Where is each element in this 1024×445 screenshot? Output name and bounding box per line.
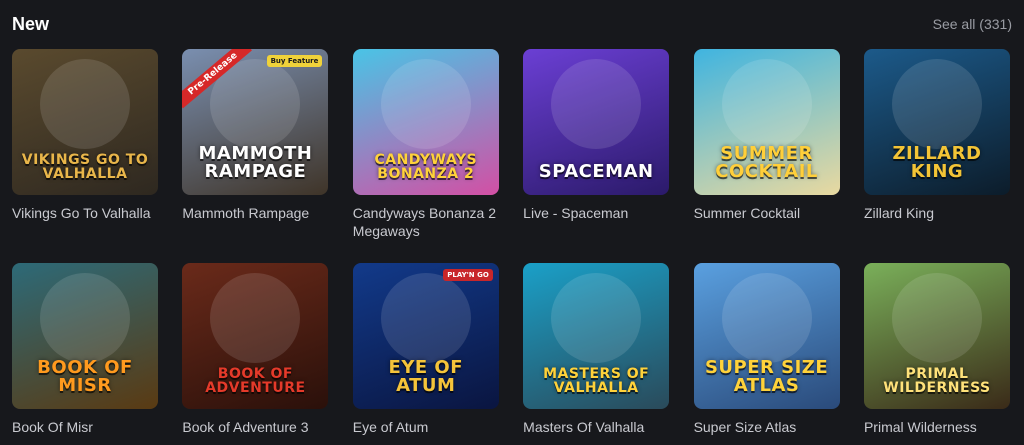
game-thumbnail[interactable]: CANDYWAYS BONANZA 2 [352,49,499,195]
game-title[interactable]: Book of Adventure 3 [182,418,328,436]
game-card[interactable]: EYE OF ATUM PLAY'N GO Eye of Atum [352,263,499,445]
game-title[interactable]: Zillard King [864,204,1010,222]
thumbnail-art [551,273,642,363]
game-card[interactable]: MASTERS OF VALHALLA Masters Of Valhalla [523,263,670,445]
game-thumbnail[interactable]: SUMMER COCKTAIL [693,49,840,195]
game-logo: EYE OF ATUM [388,357,464,396]
provider-tag: PLAY'N GO [443,269,493,281]
game-logo: PRIMAL WILDERNESS [883,366,991,396]
game-thumbnail[interactable]: VIKINGS GO TO VALHALLA [12,49,158,195]
game-title[interactable]: Live - Spaceman [523,204,669,222]
game-title[interactable]: Primal Wilderness [864,418,1010,436]
thumbnail-art [891,273,982,363]
game-card[interactable]: PRIMAL WILDERNESS Primal Wilderness [863,263,1010,445]
game-card[interactable]: SUPER SIZE ATLAS Super Size Atlas [693,263,840,445]
thumbnail-art [210,273,301,363]
game-title[interactable]: Mammoth Rampage [182,204,328,222]
thumbnail-art [551,59,642,149]
game-thumbnail[interactable]: MAMMOTH RAMPAGE Pre-Release Buy Feature [182,49,329,195]
game-thumbnail[interactable]: SPACEMAN [523,49,670,195]
game-logo: BOOK OF ADVENTURE [205,366,306,396]
game-thumbnail[interactable]: EYE OF ATUM PLAY'N GO [352,263,499,409]
section-header: New See all (331) [12,12,1012,36]
game-thumbnail[interactable]: BOOK OF MISR [12,263,158,409]
game-logo: MAMMOTH RAMPAGE [198,143,313,182]
thumbnail-art [380,59,471,149]
thumbnail-art [891,59,982,149]
game-title[interactable]: Super Size Atlas [694,418,840,436]
game-card[interactable]: MAMMOTH RAMPAGE Pre-Release Buy Feature Mam… [182,49,329,263]
game-card[interactable]: VIKINGS GO TO VALHALLA Vikings Go To Valh… [12,49,158,263]
game-title[interactable]: Summer Cocktail [694,204,840,222]
thumbnail-art [380,273,471,363]
game-logo: VIKINGS GO TO VALHALLA [21,152,149,182]
game-card[interactable]: BOOK OF MISR Book Of Misr [12,263,158,445]
thumbnail-art [40,59,130,149]
thumbnail-art [721,273,812,363]
game-logo: MASTERS OF VALHALLA [543,366,650,396]
game-card[interactable]: SPACEMAN Live - Spaceman [523,49,670,263]
game-logo: SUMMER COCKTAIL [715,143,818,182]
thumbnail-art [40,273,130,363]
game-logo: SPACEMAN [538,161,654,182]
game-logo: SUPER SIZE ATLAS [704,357,829,396]
game-thumbnail[interactable]: PRIMAL WILDERNESS [863,263,1010,409]
game-card[interactable]: SUMMER COCKTAIL Summer Cocktail [693,49,840,263]
game-logo: BOOK OF MISR [37,357,133,396]
games-grid: VIKINGS GO TO VALHALLA Vikings Go To Valh… [12,49,1010,445]
game-card[interactable]: ZILLARD KING Zillard King [863,49,1010,263]
game-title[interactable]: Vikings Go To Valhalla [12,204,158,222]
game-title[interactable]: Book Of Misr [12,418,158,436]
thumbnail-art [721,59,812,149]
game-title[interactable]: Masters Of Valhalla [523,418,669,436]
game-thumbnail[interactable]: ZILLARD KING [863,49,1010,195]
game-thumbnail[interactable]: BOOK OF ADVENTURE [182,263,329,409]
provider-tag: Buy Feature [266,55,323,67]
game-title[interactable]: Candyways Bonanza 2 Megaways [353,204,499,240]
game-card[interactable]: CANDYWAYS BONANZA 2 Candyways Bonanza 2 M… [352,49,499,263]
section-title: New [12,13,50,34]
game-card[interactable]: BOOK OF ADVENTURE Book of Adventure 3 [182,263,329,445]
game-title[interactable]: Eye of Atum [353,418,499,436]
see-all-link[interactable]: See all (331) [933,16,1012,32]
game-thumbnail[interactable]: MASTERS OF VALHALLA [523,263,670,409]
game-thumbnail[interactable]: SUPER SIZE ATLAS [693,263,840,409]
game-logo: CANDYWAYS BONANZA 2 [374,152,478,182]
game-logo: ZILLARD KING [892,143,982,182]
